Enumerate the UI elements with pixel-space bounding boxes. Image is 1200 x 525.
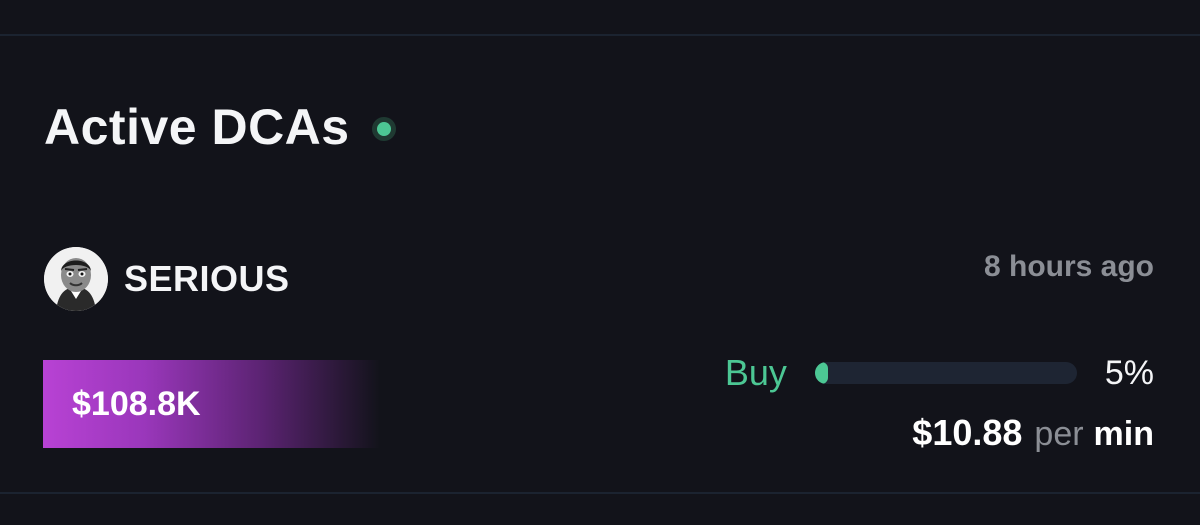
- page-title: Active DCAs: [44, 99, 350, 155]
- progress-percent: 5%: [1104, 353, 1154, 392]
- progress-row: Buy 5%: [725, 348, 1154, 398]
- total-amount: $108.8K: [72, 384, 201, 423]
- total-amount-badge: $108.8K: [43, 360, 380, 448]
- side-label: Buy: [724, 352, 787, 393]
- avatar-face-icon: [44, 247, 108, 311]
- rate-value: $10.88: [912, 412, 1023, 453]
- progress-fill: [814, 362, 828, 384]
- active-dcas-card: Active DCAs SERIOUS 8 hours ago $108.8K …: [0, 0, 1200, 525]
- progress-bar: [814, 362, 1077, 384]
- header: Active DCAs: [44, 96, 396, 158]
- bottom-divider: [0, 492, 1200, 494]
- token-avatar-icon: [44, 247, 108, 311]
- rate-per: per: [1034, 415, 1084, 453]
- live-status-dot-inner: [376, 122, 391, 136]
- live-status-dot-icon: [371, 117, 396, 141]
- rate-row: $10.88 per min: [912, 412, 1154, 462]
- token-info[interactable]: SERIOUS: [44, 246, 290, 312]
- timestamp: 8 hours ago: [983, 250, 1154, 283]
- rate-unit: min: [1093, 415, 1154, 453]
- token-name: SERIOUS: [124, 258, 290, 299]
- top-divider: [0, 34, 1200, 36]
